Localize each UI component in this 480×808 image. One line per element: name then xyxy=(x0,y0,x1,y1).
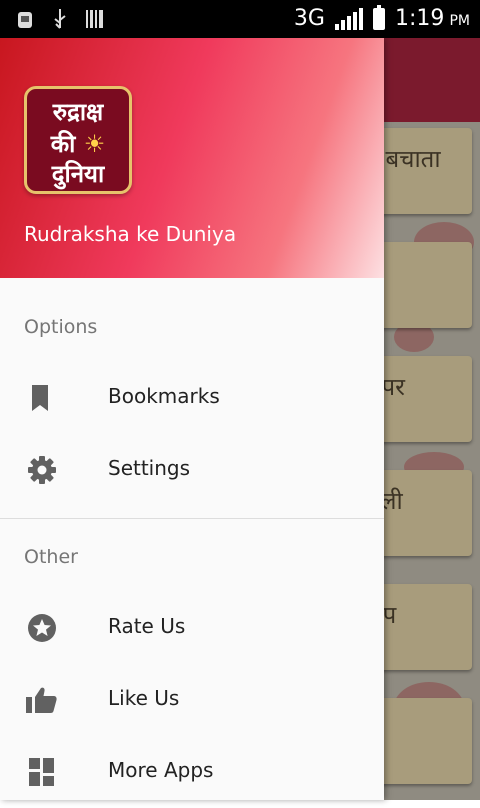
background-card-text: ष बचाता xyxy=(384,145,441,173)
logo-text-line-1: रुद्राक्ष xyxy=(52,98,104,126)
background-card-text: रूप xyxy=(384,601,397,629)
apps-grid-icon xyxy=(29,758,54,786)
app-logo: रुद्राक्ष की ☀ दुनिया xyxy=(24,86,132,194)
background-app-content: ष बचाता र पर सली रूप xyxy=(384,38,480,800)
navigation-drawer: रुद्राक्ष की ☀ दुनिया Rudraksha ke Duniy… xyxy=(0,38,384,800)
background-card-text: र पर xyxy=(384,373,405,401)
sun-icon: ☀ xyxy=(83,130,106,158)
gear-icon xyxy=(28,456,56,484)
section-divider xyxy=(0,518,384,519)
menu-item-rate-us[interactable]: Rate Us xyxy=(0,592,384,664)
clock-time: 1:19 xyxy=(394,6,445,31)
signal-icon xyxy=(334,8,363,30)
drawer-header: रुद्राक्ष की ☀ दुनिया Rudraksha ke Duniy… xyxy=(0,38,384,278)
clock-ampm: PM xyxy=(449,13,470,29)
background-card[interactable]: सली xyxy=(384,470,472,556)
background-card[interactable] xyxy=(384,698,472,784)
menu-item-label: More Apps xyxy=(108,758,214,782)
menu-item-bookmarks[interactable]: Bookmarks xyxy=(0,362,384,434)
barcode-icon xyxy=(86,10,103,28)
section-label-options: Options xyxy=(24,316,98,338)
status-bar: 3G 1:19 PM xyxy=(0,0,480,38)
android-debug-icon xyxy=(18,12,32,28)
app-name: Rudraksha ke Duniya xyxy=(24,222,237,246)
section-label-other: Other xyxy=(24,546,78,568)
menu-item-like-us[interactable]: Like Us xyxy=(0,664,384,736)
star-icon xyxy=(28,614,56,642)
background-card[interactable]: रूप xyxy=(384,584,472,670)
battery-icon xyxy=(372,5,385,30)
logo-word-ki: की xyxy=(50,130,76,158)
network-type-label: 3G xyxy=(293,6,325,31)
menu-item-more-apps[interactable]: More Apps xyxy=(0,736,384,808)
menu-item-settings[interactable]: Settings xyxy=(0,434,384,506)
background-toolbar xyxy=(384,38,480,122)
background-card[interactable]: ष बचाता xyxy=(384,128,472,214)
logo-text-line-3: दुनिया xyxy=(51,160,105,188)
menu-item-label: Like Us xyxy=(108,686,180,710)
background-card[interactable]: र पर xyxy=(384,356,472,442)
background-card[interactable] xyxy=(384,242,472,328)
menu-item-label: Rate Us xyxy=(108,614,186,638)
thumbs-up-icon xyxy=(26,687,57,713)
logo-text-line-2: की ☀ xyxy=(27,127,129,160)
usb-icon xyxy=(54,9,66,29)
menu-item-label: Bookmarks xyxy=(108,384,220,408)
bookmark-icon xyxy=(32,385,48,411)
menu-item-label: Settings xyxy=(108,456,191,480)
background-card-text: सली xyxy=(384,487,403,515)
